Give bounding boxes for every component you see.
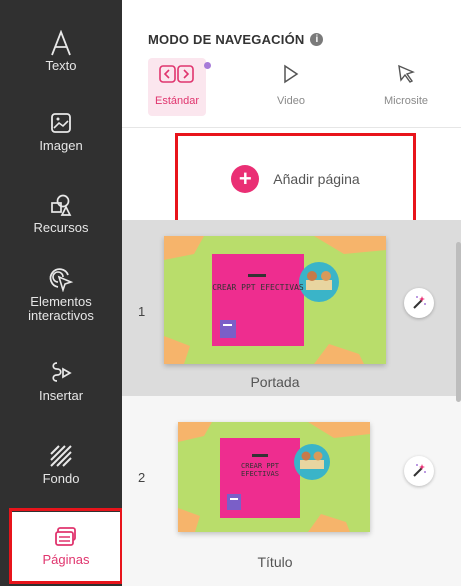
magic-wand-button[interactable] [404, 288, 434, 318]
sidebar-item-label: Insertar [38, 388, 84, 403]
letter-a-icon [48, 30, 74, 56]
cursor-arrow-icon [397, 64, 415, 89]
scrollbar[interactable] [456, 242, 461, 402]
shapes-icon [48, 192, 74, 218]
add-page-label: Añadir página [273, 171, 360, 187]
sidebar-item-insertar[interactable]: Insertar [0, 360, 122, 403]
mode-estandar-button[interactable]: Estándar [148, 58, 211, 116]
magic-wand-icon [413, 296, 426, 309]
mode-microsite-button[interactable]: Microsite [374, 58, 438, 116]
sidebar-item-label: Fondo [42, 471, 80, 486]
play-triangle-icon [283, 64, 299, 89]
slide-preview-text: CREAR PPT EFECTIVAS [241, 462, 279, 478]
sidebar: Texto Imagen Recursos Elementos interact… [0, 0, 123, 586]
info-icon[interactable]: i [310, 33, 324, 46]
slide-preview-text: CREAR PPT EFECTIVAS [212, 283, 304, 292]
sidebar-item-label: Elementos interactivos [28, 294, 94, 323]
page-number: 2 [138, 470, 146, 485]
background-stripes-icon [48, 443, 74, 469]
mode-label: Video [277, 95, 305, 107]
sidebar-item-imagen[interactable]: Imagen [0, 110, 122, 153]
pages-panel: MODO DE NAVEGACIÓN i Estándar Video Micr… [122, 0, 461, 586]
add-page-area: + Añadir página [122, 128, 461, 225]
mode-label: Estándar [154, 95, 200, 107]
magic-wand-icon [413, 464, 426, 477]
add-page-button[interactable]: + Añadir página [175, 133, 416, 225]
navigation-mode-header: MODO DE NAVEGACIÓN i [148, 32, 324, 47]
new-badge-dot [204, 62, 211, 69]
navigation-mode-section: MODO DE NAVEGACIÓN i Estándar Video Micr… [122, 0, 461, 128]
plus-icon: + [231, 165, 260, 193]
pages-list: 1 CREAR PPT EFECTIVAS Portada 2 CREAR PP… [122, 220, 461, 586]
page-thumbnail[interactable]: CREAR PPT EFECTIVAS [164, 236, 386, 364]
page-thumbnail[interactable]: CREAR PPT EFECTIVAS [178, 422, 370, 532]
navigation-mode-title: MODO DE NAVEGACIÓN [148, 32, 305, 47]
sidebar-item-label: Recursos [33, 220, 89, 235]
page-title: Título [257, 554, 293, 570]
mode-video-button[interactable]: Video [266, 58, 316, 116]
page-number: 1 [138, 304, 146, 319]
code-brackets-icon [159, 64, 195, 89]
sidebar-item-paginas[interactable]: Páginas [12, 512, 120, 582]
sidebar-item-label: Texto [45, 58, 77, 73]
image-icon [48, 110, 74, 136]
sidebar-item-texto[interactable]: Texto [0, 30, 122, 73]
interactive-pointer-icon [48, 266, 74, 292]
page-title: Portada [250, 374, 300, 390]
mode-label: Microsite [383, 95, 428, 107]
magic-wand-button[interactable] [404, 456, 434, 486]
sidebar-item-label: Páginas [42, 552, 90, 567]
sidebar-item-label: Imagen [39, 138, 83, 153]
sidebar-item-fondo[interactable]: Fondo [0, 443, 122, 486]
sidebar-item-recursos[interactable]: Recursos [0, 192, 122, 235]
pages-stack-icon [53, 524, 79, 550]
slide-preview [164, 236, 386, 364]
sidebar-item-elementos-interactivos[interactable]: Elementos interactivos [0, 266, 122, 323]
page-item-2[interactable]: 2 CREAR PPT EFECTIVAS Título [122, 396, 461, 586]
insert-icon [48, 360, 74, 386]
page-item-1[interactable]: 1 CREAR PPT EFECTIVAS Portada [122, 220, 461, 396]
